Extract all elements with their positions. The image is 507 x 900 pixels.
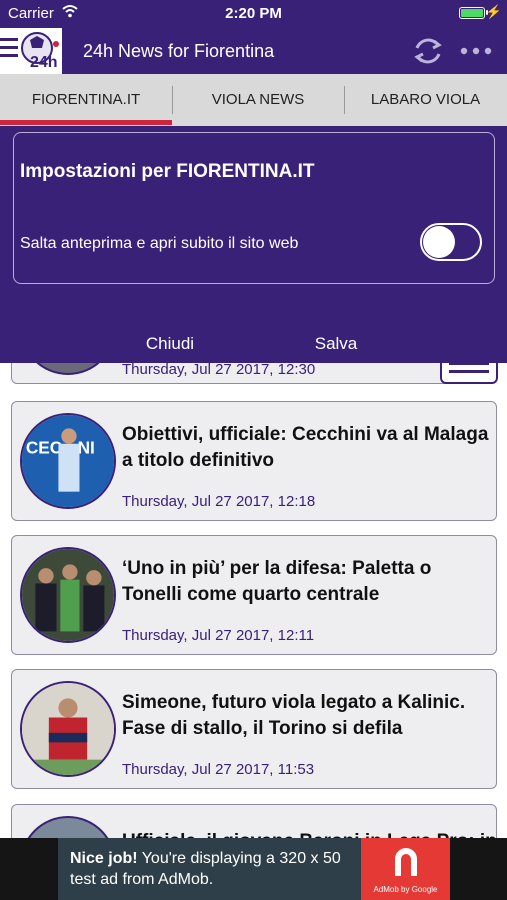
save-button[interactable]: Salva [296, 334, 376, 354]
settings-box: Impostazioni per FIORENTINA.IT Salta ant… [13, 132, 495, 284]
settings-panel: Impostazioni per FIORENTINA.IT Salta ant… [0, 126, 507, 363]
tab-fiorentina[interactable]: FIORENTINA.IT [0, 74, 172, 126]
svg-text:NI: NI [78, 437, 95, 457]
app-screen: Carrier 2:20 PM ⚡ 24h 24h News for Fiore… [0, 0, 507, 900]
admob-logo: AdMob by Google [361, 838, 450, 900]
close-button[interactable]: Chiudi [130, 334, 210, 354]
ad-banner[interactable]: Nice job! You're displaying a 320 x 50 t… [0, 838, 507, 900]
admob-caption: AdMob by Google [373, 885, 438, 894]
more-options-icon[interactable] [460, 47, 492, 55]
logo-text: 24h [30, 54, 58, 71]
news-card[interactable]: Simeone, futuro viola legato a Kalinic. … [11, 669, 497, 789]
news-card[interactable]: ‘Uno in più’ per la difesa: Paletta o To… [11, 535, 497, 655]
news-headline: Obiettivi, ufficiale: Cecchini va al Mal… [122, 424, 489, 471]
clock: 2:20 PM [225, 5, 282, 22]
news-date: Thursday, Jul 27 2017, 11:53 [122, 761, 315, 778]
settings-title: Impostazioni per FIORENTINA.IT [20, 161, 315, 182]
menu-logo-button[interactable]: 24h [0, 28, 62, 74]
source-tabs: FIORENTINA.IT VIOLA NEWS LABARO VIOLA [0, 74, 507, 126]
svg-text:CEC: CEC [26, 437, 62, 457]
tab-viola-news[interactable]: VIOLA NEWS [172, 74, 344, 126]
news-date: Thursday, Jul 27 2017, 12:30 [122, 361, 316, 378]
news-headline: ‘Uno in più’ per la difesa: Paletta o To… [122, 558, 432, 605]
news-headline: Simeone, futuro viola legato a Kalinic. … [122, 692, 466, 739]
skip-preview-toggle[interactable] [420, 223, 482, 261]
status-bar: Carrier 2:20 PM ⚡ [0, 0, 507, 28]
tab-labaro-viola[interactable]: LABARO VIOLA [344, 74, 507, 126]
app-header: 24h 24h News for Fiorentina [0, 28, 507, 74]
news-date: Thursday, Jul 27 2017, 12:11 [122, 627, 315, 644]
battery-icon [459, 7, 485, 19]
news-card[interactable]: CEC NI Obiettivi, ufficiale: Cecchini va… [11, 401, 497, 521]
news-thumbnail: CEC NI [20, 413, 116, 509]
ad-headline: Nice job! [70, 850, 138, 867]
active-tab-indicator [0, 120, 172, 125]
app-title: 24h News for Fiorentina [83, 41, 275, 61]
toggle-knob [423, 226, 455, 258]
news-date: Thursday, Jul 27 2017, 12:18 [122, 493, 316, 510]
news-thumbnail [20, 681, 116, 777]
news-thumbnail [20, 547, 116, 643]
skip-preview-label: Salta anteprima e apri subito il sito we… [20, 235, 299, 252]
ad-text: Nice job! You're displaying a 320 x 50 t… [70, 848, 360, 890]
admob-icon [395, 848, 417, 876]
refresh-icon[interactable] [412, 35, 444, 67]
charging-icon: ⚡ [485, 4, 502, 19]
ad-content[interactable]: Nice job! You're displaying a 320 x 50 t… [58, 838, 450, 900]
